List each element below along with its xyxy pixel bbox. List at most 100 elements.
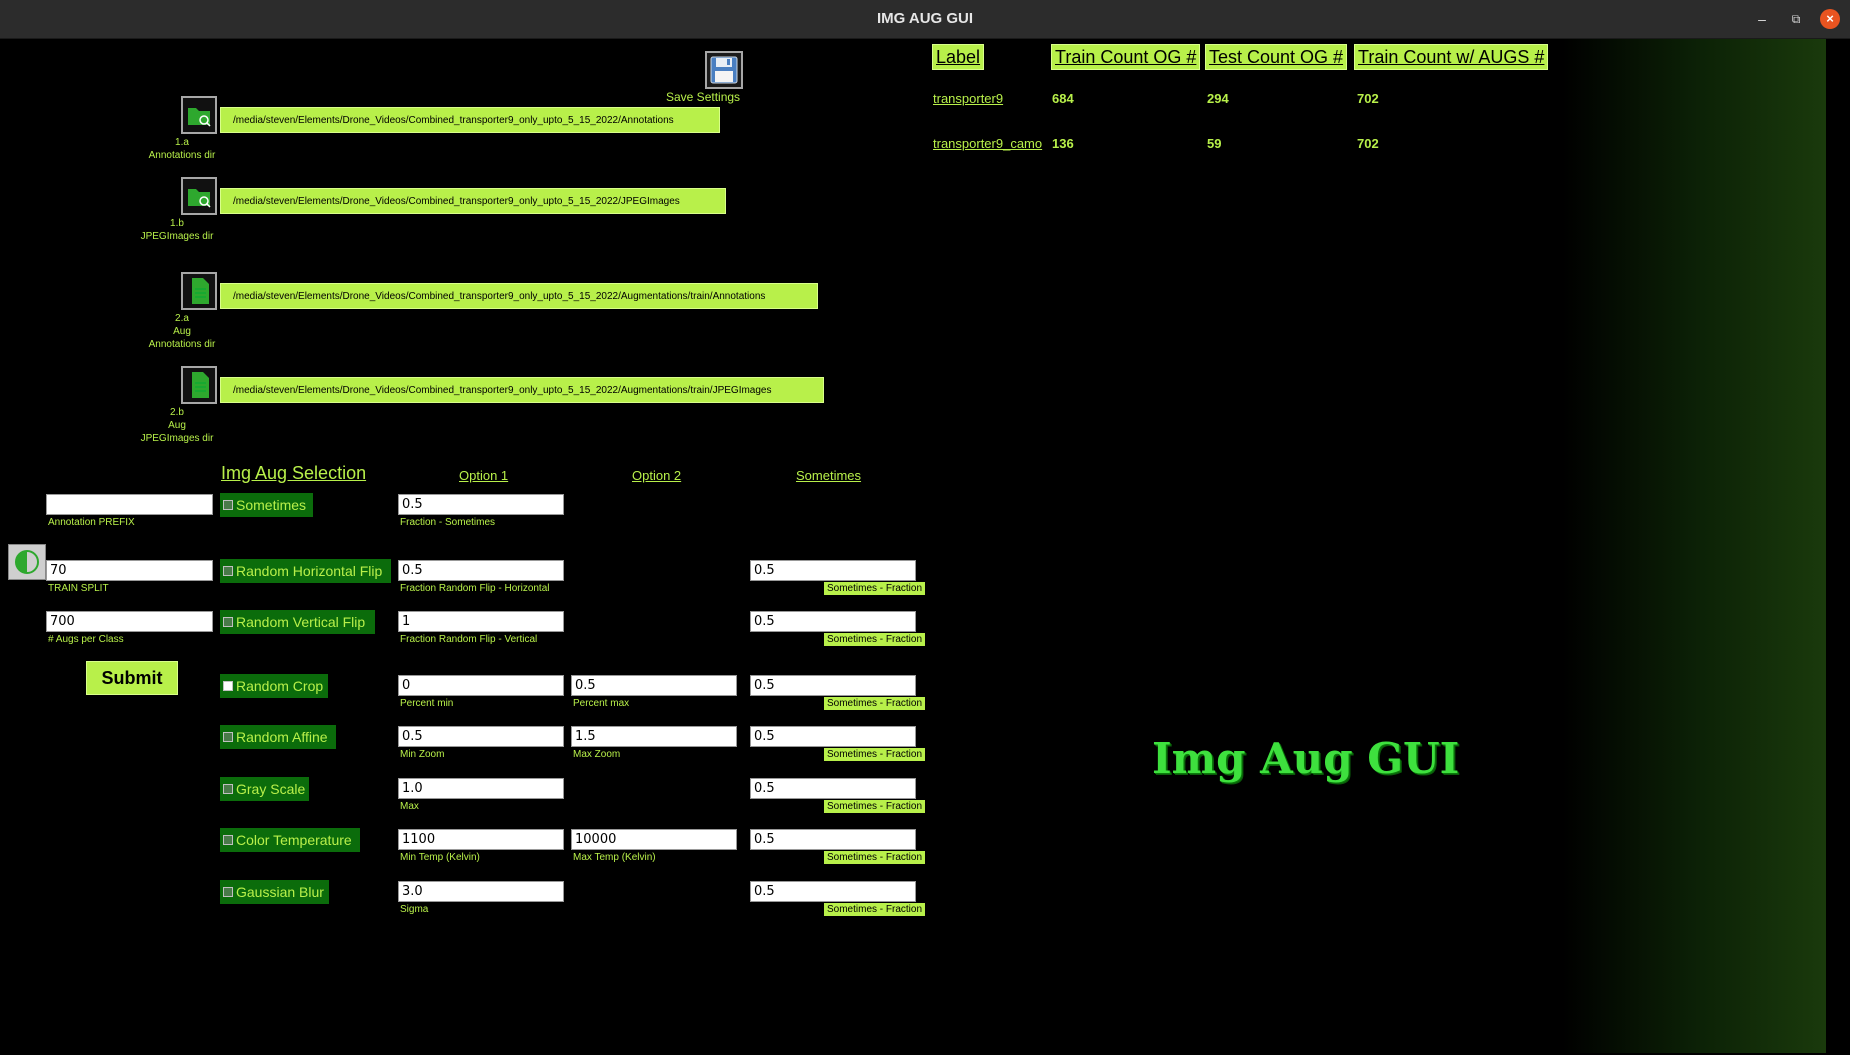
- colortemp-sometimes-input[interactable]: [750, 829, 916, 850]
- theme-toggle-button[interactable]: [8, 544, 46, 580]
- hflip-option1-label: Fraction Random Flip - Horizontal: [400, 583, 550, 594]
- aug-checkbox-random-crop[interactable]: Random Crop: [220, 674, 328, 698]
- contrast-icon: [15, 550, 39, 574]
- grayscale-sometimes-input[interactable]: [750, 778, 916, 799]
- annotation-prefix-input[interactable]: [46, 494, 213, 515]
- crop-sometimes-input[interactable]: [750, 675, 916, 696]
- colortemp-option2-input[interactable]: [571, 829, 737, 850]
- affine-option2-input[interactable]: [571, 726, 737, 747]
- grayscale-option1-input[interactable]: [398, 778, 564, 799]
- aug-checkbox-gaussian-blur[interactable]: Gaussian Blur: [220, 880, 329, 904]
- vflip-option1-label: Fraction Random Flip - Vertical: [400, 634, 538, 645]
- blur-sometimes-label: Sometimes - Fraction: [824, 903, 926, 916]
- document-icon: [192, 372, 209, 398]
- floppy-disk-icon: [710, 56, 738, 84]
- aug-name: Random Crop: [236, 678, 324, 694]
- window-title: IMG AUG GUI: [876, 10, 974, 27]
- affine-option1-label: Min Zoom: [400, 749, 445, 760]
- affine-option1-input[interactable]: [398, 726, 564, 747]
- sometimes-option1-input[interactable]: [398, 494, 564, 515]
- blur-option1-input[interactable]: [398, 881, 564, 902]
- table-row-label[interactable]: transporter9: [933, 91, 1003, 106]
- vflip-sometimes-input[interactable]: [750, 611, 916, 632]
- annotations-dir-browse-button[interactable]: [181, 96, 217, 134]
- close-button[interactable]: ×: [1820, 9, 1840, 29]
- folder-search-icon: [188, 108, 211, 127]
- option2-header: Option 2: [632, 468, 682, 483]
- train-split-input[interactable]: [46, 560, 213, 581]
- table-row-label[interactable]: transporter9_camo: [933, 136, 1042, 151]
- minimize-button[interactable]: –: [1752, 9, 1772, 29]
- table-header-label: Label: [932, 44, 985, 70]
- table-row-augs: 702: [1357, 91, 1379, 106]
- aug-annotations-dir-browse-button[interactable]: [181, 272, 217, 310]
- aug-checkbox-color-temperature[interactable]: Color Temperature: [220, 828, 360, 852]
- checkbox-box[interactable]: [223, 835, 233, 845]
- grayscale-option1-label: Max: [400, 801, 419, 812]
- app-canvas: Save Settings /media/steven/Elements/Dro…: [2, 39, 1826, 1053]
- table-row-augs: 702: [1357, 136, 1379, 151]
- vflip-sometimes-label: Sometimes - Fraction: [824, 633, 926, 646]
- table-row-test: 294: [1207, 91, 1229, 106]
- step-number: 2.a: [175, 313, 189, 324]
- table-row-test: 59: [1207, 136, 1222, 151]
- aug-checkbox-gray-scale[interactable]: Gray Scale: [220, 777, 309, 801]
- submit-button[interactable]: Submit: [86, 661, 178, 695]
- table-row-train: 684: [1052, 91, 1074, 106]
- colortemp-option2-label: Max Temp (Kelvin): [573, 852, 656, 863]
- step-number: 1.a: [175, 137, 189, 148]
- colortemp-option1-input[interactable]: [398, 829, 564, 850]
- maximize-button[interactable]: ⧉: [1786, 9, 1806, 29]
- document-icon: [192, 278, 209, 304]
- save-settings-label: Save Settings: [666, 90, 741, 104]
- hflip-sometimes-input[interactable]: [750, 560, 916, 581]
- crop-option2-input[interactable]: [571, 675, 737, 696]
- option1-header: Option 1: [459, 468, 509, 483]
- aug-jpegimages-dir-path[interactable]: /media/steven/Elements/Drone_Videos/Comb…: [220, 377, 824, 403]
- crop-option1-input[interactable]: [398, 675, 564, 696]
- checkbox-box[interactable]: [223, 784, 233, 794]
- aug-annotations-dir-path[interactable]: /media/steven/Elements/Drone_Videos/Comb…: [220, 283, 818, 309]
- affine-sometimes-input[interactable]: [750, 726, 916, 747]
- checkbox-box[interactable]: [223, 500, 233, 510]
- vflip-option1-input[interactable]: [398, 611, 564, 632]
- aug-name: Color Temperature: [236, 832, 352, 848]
- aug-checkbox-sometimes[interactable]: Sometimes: [220, 493, 313, 517]
- folder-search-icon: [188, 189, 211, 208]
- annotations-dir-path[interactable]: /media/steven/Elements/Drone_Videos/Comb…: [220, 107, 720, 133]
- augs-per-class-label: # Augs per Class: [48, 634, 124, 645]
- img-aug-selection-header: Img Aug Selection: [221, 463, 367, 483]
- jpegimages-dir-path[interactable]: /media/steven/Elements/Drone_Videos/Comb…: [220, 188, 726, 214]
- step-name: Annotations dir: [148, 150, 216, 161]
- blur-sometimes-input[interactable]: [750, 881, 916, 902]
- step-number: 1.b: [170, 218, 184, 229]
- aug-checkbox-random-horizontal-flip[interactable]: Random Horizontal Flip: [220, 559, 391, 583]
- colortemp-sometimes-label: Sometimes - Fraction: [824, 851, 926, 864]
- annotation-prefix-label: Annotation PREFIX: [48, 517, 135, 528]
- checkbox-box[interactable]: [223, 732, 233, 742]
- checkbox-box[interactable]: [223, 566, 233, 576]
- step-name: Annotations dir: [148, 339, 216, 350]
- checkbox-box[interactable]: [223, 887, 233, 897]
- window-titlebar: IMG AUG GUI – ⧉ ×: [0, 0, 1850, 39]
- aug-name: Sometimes: [236, 497, 307, 513]
- grayscale-sometimes-label: Sometimes - Fraction: [824, 800, 926, 813]
- crop-sometimes-label: Sometimes - Fraction: [824, 697, 926, 710]
- sometimes-header: Sometimes: [796, 468, 862, 483]
- aug-checkbox-random-vertical-flip[interactable]: Random Vertical Flip: [220, 610, 375, 634]
- table-header-train-og: Train Count OG #: [1051, 44, 1201, 70]
- augs-per-class-input[interactable]: [46, 611, 213, 632]
- save-settings-button[interactable]: [705, 51, 743, 89]
- affine-option2-label: Max Zoom: [573, 749, 621, 760]
- table-header-train-augs: Train Count w/ AUGS #: [1354, 44, 1549, 70]
- aug-checkbox-random-affine[interactable]: Random Affine: [220, 725, 336, 749]
- affine-sometimes-label: Sometimes - Fraction: [824, 748, 926, 761]
- jpegimages-dir-browse-button[interactable]: [181, 177, 217, 215]
- hflip-option1-input[interactable]: [398, 560, 564, 581]
- checkbox-box[interactable]: [223, 617, 233, 627]
- step-name: JPEGImages dir: [140, 231, 214, 242]
- aug-jpegimages-dir-browse-button[interactable]: [181, 366, 217, 404]
- aug-name: Random Affine: [236, 729, 328, 745]
- checkbox-box[interactable]: [223, 681, 233, 691]
- aug-name: Random Vertical Flip: [236, 614, 366, 630]
